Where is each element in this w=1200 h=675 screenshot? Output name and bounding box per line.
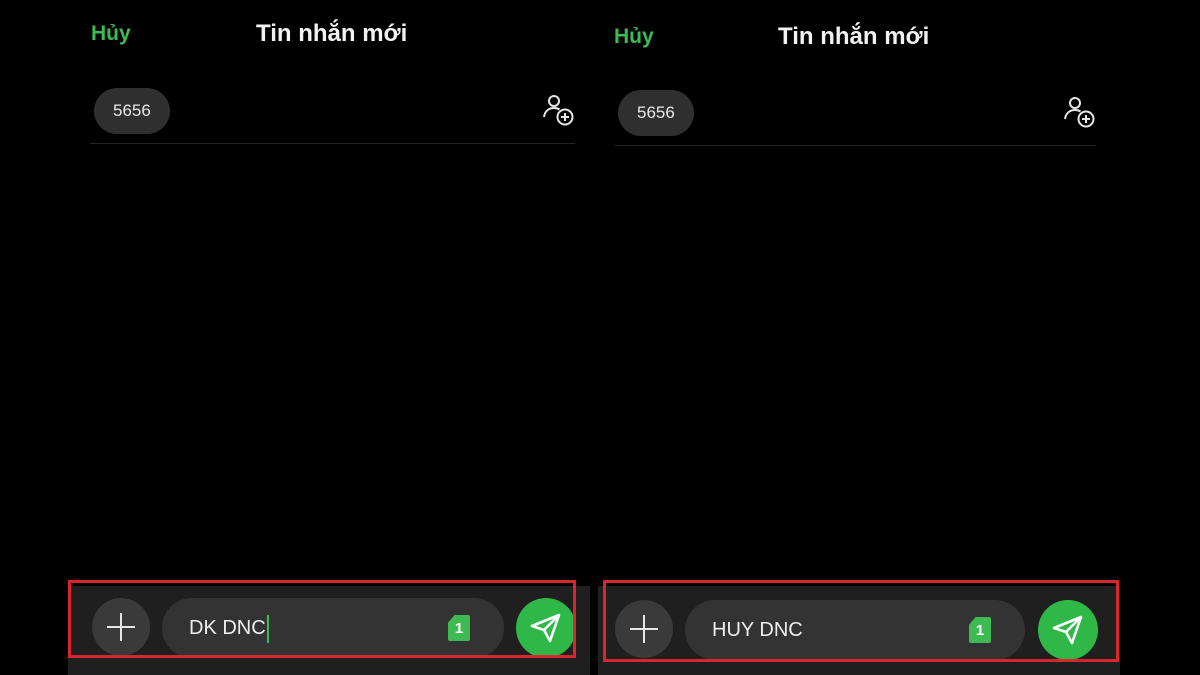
send-button[interactable] xyxy=(516,598,576,658)
attach-plus-button[interactable] xyxy=(92,598,150,656)
cancel-button[interactable]: Hủy xyxy=(91,22,131,46)
message-panel-right: Hủy Tin nhắn mới 5656 HUY DNC 1 xyxy=(598,0,1120,675)
message-input[interactable]: HUY DNC 1 xyxy=(685,600,1025,660)
cancel-button[interactable]: Hủy xyxy=(614,25,654,49)
sim-icon[interactable]: 1 xyxy=(969,617,991,643)
add-contact-icon[interactable] xyxy=(541,93,575,127)
attach-plus-button[interactable] xyxy=(615,600,673,658)
page-title: Tin nhắn mới xyxy=(256,20,408,47)
send-button[interactable] xyxy=(1038,600,1098,660)
add-contact-icon[interactable] xyxy=(1062,95,1096,129)
text-cursor xyxy=(266,614,269,643)
sim-icon[interactable]: 1 xyxy=(448,615,470,641)
recipient-row: 5656 xyxy=(614,90,1096,146)
message-text: HUY DNC xyxy=(712,619,803,641)
message-input[interactable]: DK DNC 1 xyxy=(162,598,504,658)
recipient-chip[interactable]: 5656 xyxy=(94,88,170,134)
message-text: DK DNC xyxy=(189,617,266,639)
send-icon xyxy=(1052,615,1083,645)
recipient-row: 5656 xyxy=(90,88,575,144)
recipient-chip[interactable]: 5656 xyxy=(618,90,694,136)
page-title: Tin nhắn mới xyxy=(778,23,930,50)
message-panel-left: Hủy Tin nhắn mới 5656 DK DNC 1 xyxy=(68,0,590,675)
send-icon xyxy=(530,613,561,643)
